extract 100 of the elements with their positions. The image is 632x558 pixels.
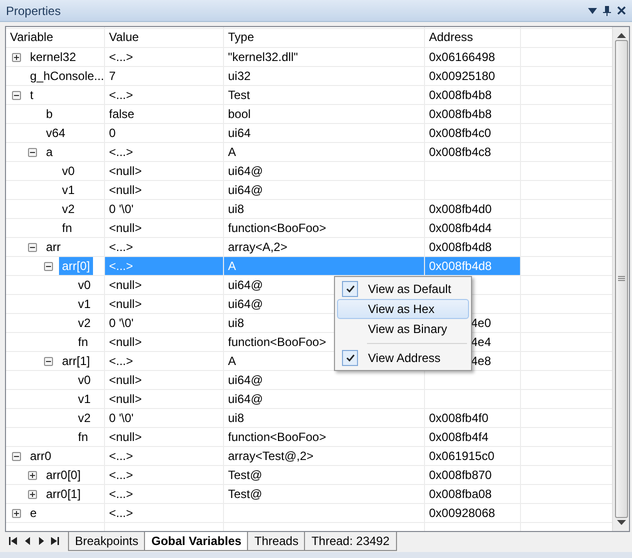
- variable-name[interactable]: a: [43, 143, 56, 161]
- address-cell: 0x008fb4d8: [429, 240, 492, 254]
- type-cell: Test@: [228, 468, 262, 482]
- column-header[interactable]: Value: [105, 27, 223, 47]
- value-cell: <...>: [109, 487, 134, 501]
- tab[interactable]: Gobal Variables: [144, 532, 248, 551]
- scroll-up-icon[interactable]: [616, 33, 626, 38]
- variable-name[interactable]: b: [43, 105, 56, 123]
- variable-name[interactable]: fn: [75, 428, 92, 446]
- value-cell: 0 '\0': [109, 202, 134, 216]
- expand-icon[interactable]: [12, 508, 21, 518]
- menu-item[interactable]: View as Hex: [337, 299, 469, 319]
- type-cell: A: [224, 257, 424, 275]
- variable-name[interactable]: e: [27, 504, 40, 522]
- type-cell: ui64@: [228, 278, 263, 292]
- variable-name[interactable]: v2: [59, 200, 78, 218]
- expand-icon[interactable]: [28, 490, 37, 498]
- collapse-icon[interactable]: [12, 90, 21, 100]
- variable-name[interactable]: arr0[1]: [43, 485, 84, 503]
- column-header[interactable]: Type: [224, 27, 424, 47]
- column-header[interactable]: Variable: [6, 27, 104, 47]
- collapse-icon[interactable]: [44, 262, 53, 270]
- type-cell: bool: [228, 107, 251, 121]
- value-cell: <null>: [109, 392, 142, 406]
- address-cell: 0x06166498: [429, 50, 496, 64]
- variable-name[interactable]: g_hConsole...: [27, 67, 104, 85]
- first-page-icon[interactable]: [9, 537, 17, 545]
- value-cell: 0 '\0': [109, 411, 134, 425]
- value-cell: <null>: [109, 221, 142, 235]
- menu-item[interactable]: View as Binary: [337, 319, 469, 339]
- tab[interactable]: Thread: 23492: [304, 532, 397, 551]
- column-header[interactable]: Address: [425, 27, 520, 47]
- collapse-icon[interactable]: [44, 356, 53, 366]
- variable-name[interactable]: arr[1]: [59, 352, 94, 370]
- type-cell: ui8: [228, 316, 244, 330]
- value-cell: 0: [109, 126, 116, 140]
- next-icon[interactable]: [38, 537, 44, 545]
- menu-item[interactable]: View as Default: [337, 279, 469, 299]
- close-icon[interactable]: [617, 6, 626, 15]
- variable-name[interactable]: v1: [75, 295, 94, 313]
- address-cell: 0x008fb4c8: [429, 145, 492, 159]
- address-cell: 0x008fb4c0: [429, 126, 492, 140]
- value-cell: 0 '\0': [109, 316, 134, 330]
- variable-name[interactable]: arr0: [27, 447, 54, 465]
- variable-name[interactable]: kernel32: [27, 48, 80, 66]
- address-cell: 4e0: [471, 316, 492, 330]
- type-cell: Test@: [228, 487, 262, 501]
- variable-name[interactable]: fn: [59, 219, 76, 237]
- pin-icon[interactable]: [603, 6, 611, 16]
- scrollbar[interactable]: [612, 27, 629, 531]
- type-cell: ui64@: [228, 297, 263, 311]
- value-cell: <...>: [105, 257, 223, 275]
- variable-name[interactable]: arr0[0]: [43, 466, 84, 484]
- address-cell: 4e4: [471, 335, 492, 349]
- address-cell: 0x008fb4f0: [429, 411, 488, 425]
- value-cell: false: [109, 107, 134, 121]
- value-cell: <...>: [109, 50, 134, 64]
- scroll-down-icon[interactable]: [616, 520, 626, 525]
- type-cell: ui64@: [228, 373, 263, 387]
- collapse-icon[interactable]: [28, 242, 37, 252]
- value-cell: <null>: [109, 335, 142, 349]
- address-cell: 0x008fb4b8: [429, 88, 492, 102]
- variable-name[interactable]: v0: [59, 162, 78, 180]
- type-cell: Test: [228, 88, 250, 102]
- address-cell: 0x008fb4d4: [429, 221, 492, 235]
- scroll-thumb[interactable]: [614, 40, 628, 518]
- menu-item[interactable]: View Address: [337, 348, 469, 368]
- variable-name[interactable]: v2: [75, 409, 94, 427]
- variable-name[interactable]: v2: [75, 314, 94, 332]
- variable-name[interactable]: v1: [75, 390, 94, 408]
- type-cell: ui64@: [228, 164, 263, 178]
- previous-icon[interactable]: [24, 537, 30, 545]
- address-cell: 0x008fb870: [429, 468, 492, 482]
- type-cell: function<BooFoo>: [228, 221, 326, 235]
- collapse-icon[interactable]: [12, 452, 21, 460]
- value-cell: <null>: [109, 278, 142, 292]
- variable-name[interactable]: v1: [59, 181, 78, 199]
- variable-name[interactable]: t: [27, 86, 36, 104]
- value-cell: <null>: [109, 373, 142, 387]
- expand-icon[interactable]: [28, 470, 37, 480]
- tab[interactable]: Breakpoints: [68, 532, 146, 551]
- type-cell: ui64: [228, 126, 251, 140]
- type-cell: ui8: [228, 202, 244, 216]
- variable-name[interactable]: v0: [75, 371, 94, 389]
- type-cell: ui32: [228, 69, 251, 83]
- dropdown-icon[interactable]: [588, 8, 597, 14]
- last-page-icon[interactable]: [51, 537, 59, 545]
- value-cell: <...>: [109, 240, 134, 254]
- expand-icon[interactable]: [12, 52, 21, 62]
- address-cell: 0x008fb4f4: [429, 430, 488, 444]
- address-cell: 4e8: [471, 354, 492, 368]
- variable-name[interactable]: arr: [43, 238, 64, 256]
- variable-name[interactable]: fn: [75, 333, 92, 351]
- type-cell: A: [228, 354, 236, 368]
- type-cell: ui64@: [228, 183, 263, 197]
- value-cell: <...>: [109, 88, 134, 102]
- variable-name[interactable]: v0: [75, 276, 94, 294]
- collapse-icon[interactable]: [28, 148, 37, 156]
- type-cell: "kernel32.dll": [228, 50, 298, 64]
- variable-name[interactable]: v64: [43, 124, 68, 142]
